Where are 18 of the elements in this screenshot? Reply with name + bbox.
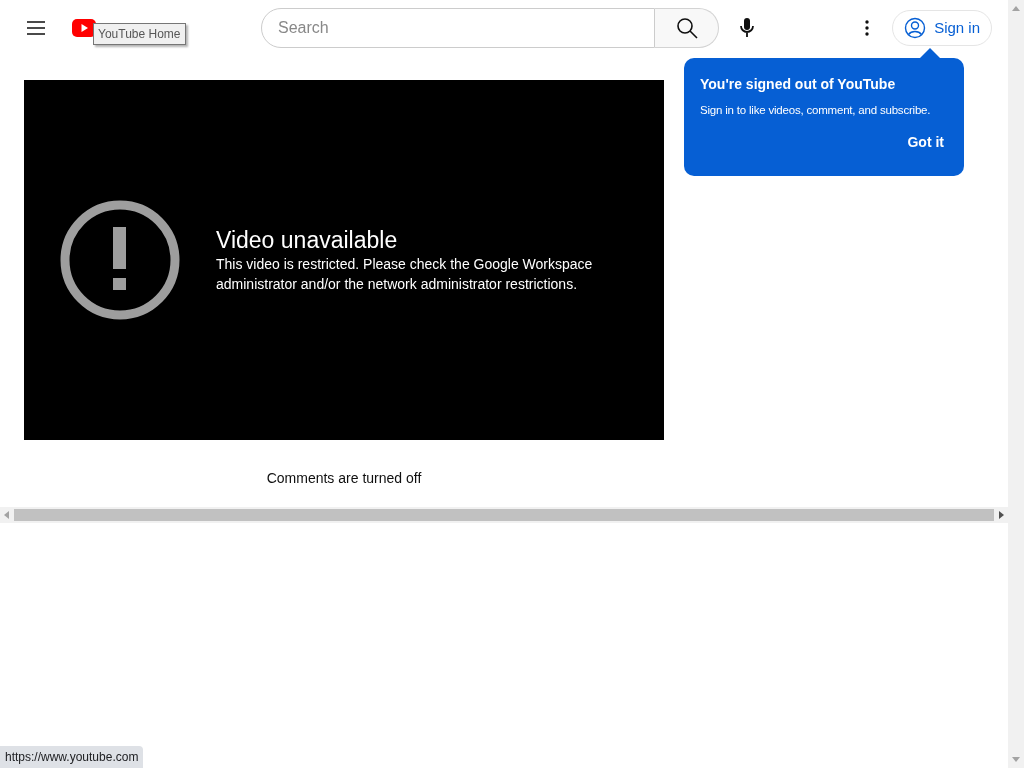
player-message: This video is restricted. Please check the Google Workspace administrator and/or the network administrator restrictions. xyxy=(216,255,594,294)
tooltip: YouTube Home xyxy=(93,23,186,45)
warning-icon xyxy=(60,200,180,320)
popup-message: Sign in to like videos, comment, and subscribe. xyxy=(700,103,932,118)
horizontal-scrollbar[interactable] xyxy=(0,507,1008,523)
got-it-button[interactable]: Got it xyxy=(903,132,948,153)
logo-icon[interactable] xyxy=(72,19,96,37)
search-button[interactable] xyxy=(655,8,719,48)
microphone-icon[interactable] xyxy=(737,16,757,40)
popup-title: You're signed out of YouTube xyxy=(700,75,897,93)
search-icon xyxy=(675,17,698,39)
player-title: Video unavailable xyxy=(216,226,399,254)
more-icon[interactable] xyxy=(864,19,871,37)
comments-note: Comments are turned off xyxy=(266,469,422,488)
status-url: https://www.youtube.com xyxy=(0,746,144,768)
scroll-right-icon[interactable] xyxy=(998,511,1004,519)
account-icon xyxy=(904,17,927,39)
search-field[interactable]: Search xyxy=(261,8,655,48)
